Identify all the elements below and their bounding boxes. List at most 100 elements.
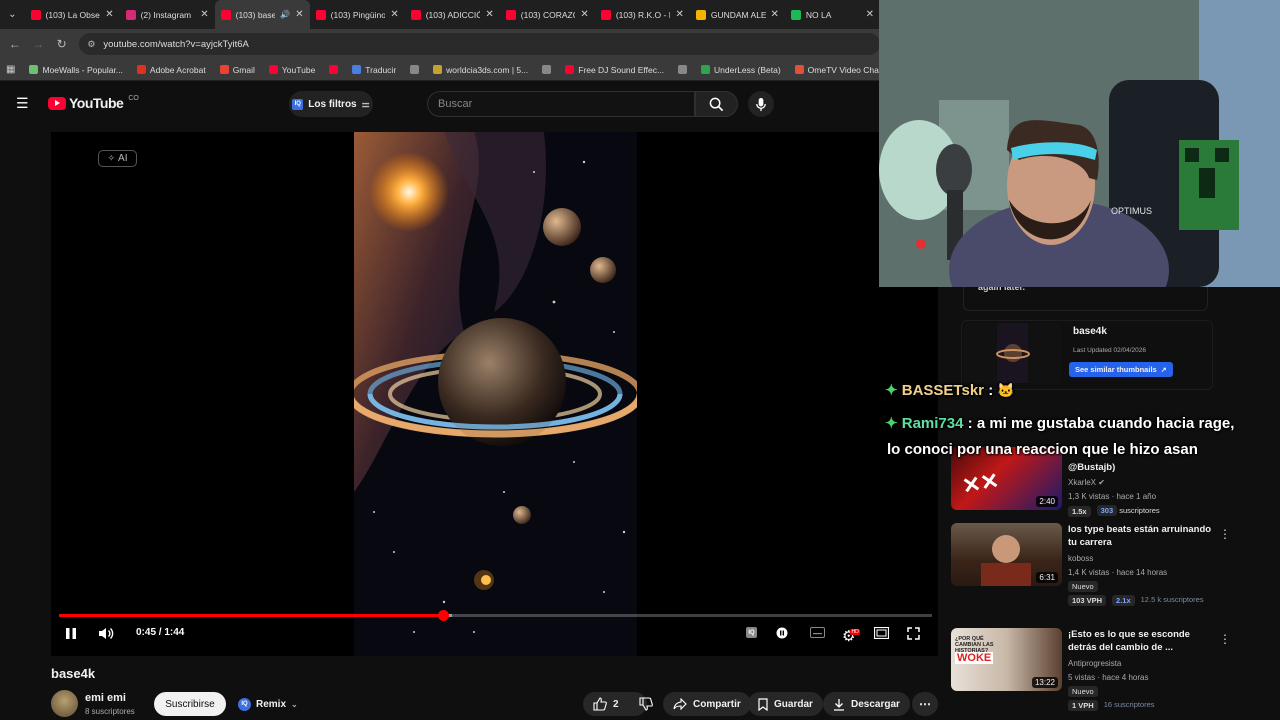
forward-icon[interactable]: → (26, 37, 49, 51)
download-button[interactable]: Descargar (823, 692, 910, 716)
dislike-button[interactable] (627, 692, 665, 716)
bookmark-favicon-icon (352, 65, 362, 74)
channel-name: XkarleX ✔ (1068, 478, 1105, 487)
browser-tab[interactable]: NO LA ✕ (785, 0, 880, 29)
video-title: ¡Esto es lo que se esconde detrás del ca… (1068, 629, 1190, 653)
browser-tab[interactable]: (103) La Obses ✕ (25, 0, 120, 29)
bookmark-item[interactable]: Adobe Acrobat (136, 65, 206, 75)
close-tab-icon[interactable]: ✕ (771, 9, 779, 20)
tab-search-dropdown[interactable]: ⌄ (0, 0, 25, 29)
miniplayer-icon (874, 627, 889, 639)
share-button[interactable]: Compartir (663, 692, 751, 716)
ai-badge: ✧ AI (98, 150, 137, 167)
subscribe-button[interactable]: Suscribirse (154, 692, 226, 716)
fullscreen-button[interactable] (907, 627, 920, 640)
remix-button[interactable]: IQ Remix ⌄ (234, 692, 302, 716)
back-icon[interactable]: ← (3, 37, 26, 51)
browser-tab[interactable]: (2) Instagram ✕ (120, 0, 215, 29)
played-bar (59, 614, 444, 617)
video-frame[interactable] (354, 132, 637, 656)
bookmark-item[interactable]: MoeWalls - Popular... (29, 65, 123, 75)
bookmark-favicon-icon (678, 65, 688, 74)
close-tab-icon[interactable]: ✕ (200, 9, 208, 20)
chat-username: Rami734 (901, 415, 964, 432)
progress-bar[interactable] (59, 610, 932, 621)
svg-text:✕✕: ✕✕ (960, 468, 1001, 499)
like-count: 2 (613, 698, 619, 710)
volume-button[interactable] (98, 627, 114, 640)
bookmarks-bar: ▦ MoeWalls - Popular... Adobe Acrobat Gmai… (0, 59, 888, 81)
video-thumbnail[interactable]: 6:31 (951, 523, 1062, 586)
iq-icon: IQ (746, 627, 757, 638)
video-thumbnail[interactable]: ¿POR QUÉ CAMBIAN LAS HISTORIAS? WOKE 13:… (951, 628, 1062, 691)
bookmark-favicon-icon (136, 65, 146, 74)
hamburger-menu-icon[interactable]: ☰ (16, 96, 30, 110)
chat-text: a mi me gustaba cuando hacia rage, (976, 415, 1235, 432)
autoplay-toggle[interactable] (776, 627, 788, 639)
audio-playing-icon[interactable]: 🔊 (280, 10, 290, 19)
pause-button[interactable] (65, 627, 77, 640)
bookmark-item[interactable]: OmeTV Video Chat... (794, 64, 889, 75)
subscribers-tag: 16 suscriptores (1103, 700, 1155, 709)
save-button[interactable]: Guardar (748, 692, 823, 716)
close-tab-icon[interactable]: ✕ (580, 9, 588, 20)
site-info-icon[interactable]: ⚙ (87, 39, 95, 50)
close-tab-icon[interactable]: ✕ (675, 9, 683, 20)
video-meta: 1,3 K vistas · hace 1 año (1068, 492, 1157, 501)
voice-search-button[interactable] (748, 91, 774, 117)
close-tab-icon[interactable]: ✕ (485, 9, 493, 20)
sliders-icon: ⚌ (361, 98, 370, 109)
more-vertical-icon[interactable]: ⋮ (1219, 527, 1231, 541)
save-label: Guardar (774, 698, 813, 710)
bookmark-item[interactable]: worldcia3ds.com | 5... (433, 65, 528, 75)
settings-button[interactable]: ⚙ HD (842, 627, 860, 645)
bookmark-item[interactable] (542, 65, 552, 74)
address-bar[interactable]: ⚙ youtube.com/watch?v=ayjckTyit6A (79, 33, 881, 55)
close-tab-icon[interactable]: ✕ (105, 9, 113, 20)
bookmark-item[interactable]: Gmail (219, 65, 255, 75)
close-tab-icon[interactable]: ✕ (295, 9, 303, 20)
bookmark-item[interactable]: YouTube (268, 65, 315, 75)
youtube-logo[interactable]: YouTube CO (48, 95, 139, 111)
thumbnail-extension-card: base4k Last Updated 02/04/2026 See simil… (961, 320, 1213, 390)
video-player[interactable]: ✧ AI 0:45 / 1:44 IQ ⚙ HD (51, 132, 938, 656)
close-tab-icon[interactable]: ✕ (390, 9, 398, 20)
external-link-icon: ↗ (1160, 366, 1167, 374)
video-duration: 13:22 (1031, 677, 1058, 688)
sparkle-icon: ✦ (885, 415, 898, 432)
reload-icon[interactable]: ↻ (50, 37, 73, 51)
bookmark-item[interactable]: Free DJ Sound Effec... (565, 65, 664, 75)
iq-player-button[interactable]: IQ (746, 627, 757, 638)
close-tab-icon[interactable]: ✕ (866, 9, 874, 20)
browser-tab[interactable]: (103) ADICCIÓ ✕ (405, 0, 500, 29)
bookmark-item[interactable]: Traducir (352, 65, 396, 75)
search-input[interactable] (438, 98, 694, 110)
bookmark-item[interactable]: UnderLess (Beta) (701, 65, 781, 75)
more-actions-button[interactable]: ⋯ (912, 692, 938, 716)
miniplayer-button[interactable] (874, 627, 889, 639)
stats-tags: 103 VPH 2.1x 12.5 k suscriptores (1068, 595, 1204, 606)
channel-avatar[interactable] (51, 690, 78, 717)
ext-thumbnail[interactable] (964, 323, 1061, 383)
subtitles-button[interactable] (810, 627, 825, 638)
chat-message-continuation: lo conoci por una reaccion que le hizo a… (887, 441, 1198, 458)
thumbs-up-icon (593, 697, 607, 711)
browser-tab[interactable]: (103) Pingüino ✕ (310, 0, 405, 29)
bookmark-item[interactable] (678, 65, 688, 74)
apps-grid-icon[interactable]: ▦ (6, 64, 15, 75)
bookmark-label: OmeTV Video Chat... (807, 64, 889, 75)
bookmark-item[interactable] (410, 65, 420, 74)
filters-button[interactable]: IQ Los filtros ⚌ (289, 91, 373, 117)
browser-tab[interactable]: (103) R.K.O - N ✕ (595, 0, 690, 29)
channel-name[interactable]: emi emi (85, 692, 126, 704)
ext-title: base4k (1073, 326, 1107, 337)
bookmark-item[interactable] (329, 65, 339, 74)
more-vertical-icon[interactable]: ⋮ (1219, 632, 1231, 646)
similar-thumbnails-button[interactable]: See similar thumbnails ↗ (1069, 362, 1173, 377)
browser-tab[interactable]: GUNDAM ALE ✕ (690, 0, 785, 29)
multiplier-tag: 1.5x (1068, 506, 1091, 517)
tab-title: (2) Instagram (140, 9, 192, 20)
browser-tab[interactable]: (103) CORAZÓ ✕ (500, 0, 595, 29)
search-button[interactable] (695, 91, 738, 117)
browser-tab[interactable]: (103) base4 🔊 ✕ (214, 0, 310, 29)
